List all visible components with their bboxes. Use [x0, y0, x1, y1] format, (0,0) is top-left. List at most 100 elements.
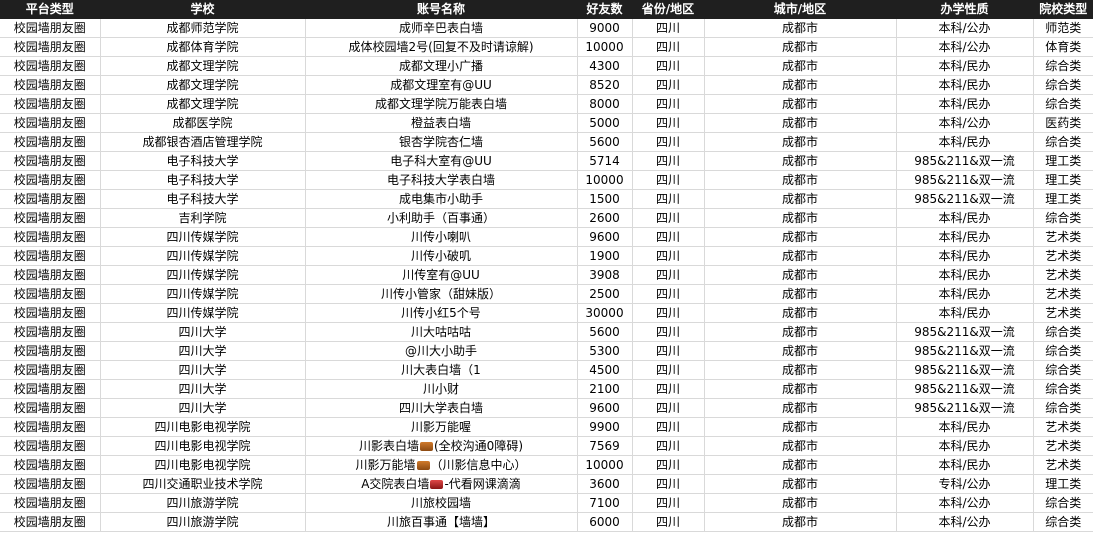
friends-cell[interactable]: 8000	[577, 94, 633, 114]
platform-cell[interactable]: 校园墙朋友圈	[0, 474, 101, 494]
city-cell[interactable]: 成都市	[704, 455, 897, 475]
school-cell[interactable]: 电子科技大学	[100, 170, 306, 190]
friends-cell[interactable]: 5714	[577, 151, 633, 171]
school-cell[interactable]: 成都文理学院	[100, 94, 306, 114]
platform-cell[interactable]: 校园墙朋友圈	[0, 417, 101, 437]
nature-cell[interactable]: 本科/民办	[896, 75, 1034, 95]
account-cell[interactable]: 川大表白墙（1	[305, 360, 578, 380]
type-cell[interactable]: 艺术类	[1033, 265, 1093, 285]
friends-cell[interactable]: 4300	[577, 56, 633, 76]
nature-cell[interactable]: 本科/公办	[896, 512, 1034, 532]
province-cell[interactable]: 四川	[632, 398, 705, 418]
friends-cell[interactable]: 2500	[577, 284, 633, 304]
city-cell[interactable]: 成都市	[704, 303, 897, 323]
platform-cell[interactable]: 校园墙朋友圈	[0, 284, 101, 304]
nature-cell[interactable]: 本科/公办	[896, 493, 1034, 513]
city-cell[interactable]: 成都市	[704, 151, 897, 171]
city-cell[interactable]: 成都市	[704, 227, 897, 247]
city-cell[interactable]: 成都市	[704, 284, 897, 304]
account-cell[interactable]: 橙益表白墙	[305, 113, 578, 133]
type-cell[interactable]: 综合类	[1033, 322, 1093, 342]
province-cell[interactable]: 四川	[632, 322, 705, 342]
school-cell[interactable]: 成都银杏酒店管理学院	[100, 132, 306, 152]
nature-cell[interactable]: 本科/民办	[896, 56, 1034, 76]
city-cell[interactable]: 成都市	[704, 322, 897, 342]
header-province[interactable]: 省份/地区	[632, 0, 705, 19]
friends-cell[interactable]: 6000	[577, 512, 633, 532]
type-cell[interactable]: 理工类	[1033, 189, 1093, 209]
platform-cell[interactable]: 校园墙朋友圈	[0, 113, 101, 133]
province-cell[interactable]: 四川	[632, 75, 705, 95]
friends-cell[interactable]: 9000	[577, 18, 633, 38]
account-cell[interactable]: 川传小管家（甜妹版）	[305, 284, 578, 304]
account-cell[interactable]: 成电集市小助手	[305, 189, 578, 209]
nature-cell[interactable]: 985&211&双一流	[896, 341, 1034, 361]
school-cell[interactable]: 四川旅游学院	[100, 512, 306, 532]
header-friends[interactable]: 好友数	[577, 0, 633, 19]
city-cell[interactable]: 成都市	[704, 379, 897, 399]
school-cell[interactable]: 四川传媒学院	[100, 284, 306, 304]
type-cell[interactable]: 理工类	[1033, 151, 1093, 171]
school-cell[interactable]: 四川交通职业技术学院	[100, 474, 306, 494]
platform-cell[interactable]: 校园墙朋友圈	[0, 322, 101, 342]
platform-cell[interactable]: 校园墙朋友圈	[0, 94, 101, 114]
type-cell[interactable]: 综合类	[1033, 379, 1093, 399]
friends-cell[interactable]: 7100	[577, 493, 633, 513]
nature-cell[interactable]: 本科/民办	[896, 246, 1034, 266]
nature-cell[interactable]: 本科/民办	[896, 132, 1034, 152]
type-cell[interactable]: 综合类	[1033, 75, 1093, 95]
platform-cell[interactable]: 校园墙朋友圈	[0, 512, 101, 532]
school-cell[interactable]: 成都师范学院	[100, 18, 306, 38]
type-cell[interactable]: 艺术类	[1033, 284, 1093, 304]
school-cell[interactable]: 四川电影电视学院	[100, 417, 306, 437]
type-cell[interactable]: 综合类	[1033, 94, 1093, 114]
province-cell[interactable]: 四川	[632, 189, 705, 209]
school-cell[interactable]: 四川大学	[100, 341, 306, 361]
school-cell[interactable]: 四川旅游学院	[100, 493, 306, 513]
type-cell[interactable]: 综合类	[1033, 132, 1093, 152]
type-cell[interactable]: 艺术类	[1033, 455, 1093, 475]
city-cell[interactable]: 成都市	[704, 113, 897, 133]
header-city[interactable]: 城市/地区	[704, 0, 897, 19]
nature-cell[interactable]: 985&211&双一流	[896, 151, 1034, 171]
province-cell[interactable]: 四川	[632, 493, 705, 513]
platform-cell[interactable]: 校园墙朋友圈	[0, 170, 101, 190]
header-nature[interactable]: 办学性质	[896, 0, 1034, 19]
nature-cell[interactable]: 985&211&双一流	[896, 189, 1034, 209]
header-platform[interactable]: 平台类型	[0, 0, 101, 19]
province-cell[interactable]: 四川	[632, 94, 705, 114]
school-cell[interactable]: 四川传媒学院	[100, 265, 306, 285]
nature-cell[interactable]: 985&211&双一流	[896, 379, 1034, 399]
friends-cell[interactable]: 9600	[577, 398, 633, 418]
platform-cell[interactable]: 校园墙朋友圈	[0, 341, 101, 361]
nature-cell[interactable]: 专科/公办	[896, 474, 1034, 494]
account-cell[interactable]: @川大小助手	[305, 341, 578, 361]
city-cell[interactable]: 成都市	[704, 94, 897, 114]
province-cell[interactable]: 四川	[632, 455, 705, 475]
nature-cell[interactable]: 985&211&双一流	[896, 170, 1034, 190]
nature-cell[interactable]: 985&211&双一流	[896, 322, 1034, 342]
platform-cell[interactable]: 校园墙朋友圈	[0, 75, 101, 95]
school-cell[interactable]: 四川传媒学院	[100, 246, 306, 266]
type-cell[interactable]: 师范类	[1033, 18, 1093, 38]
account-cell[interactable]: 川传小破叽	[305, 246, 578, 266]
city-cell[interactable]: 成都市	[704, 417, 897, 437]
type-cell[interactable]: 综合类	[1033, 341, 1093, 361]
friends-cell[interactable]: 1900	[577, 246, 633, 266]
city-cell[interactable]: 成都市	[704, 56, 897, 76]
province-cell[interactable]: 四川	[632, 18, 705, 38]
friends-cell[interactable]: 2100	[577, 379, 633, 399]
friends-cell[interactable]: 2600	[577, 208, 633, 228]
province-cell[interactable]: 四川	[632, 436, 705, 456]
header-school[interactable]: 学校	[100, 0, 306, 19]
city-cell[interactable]: 成都市	[704, 512, 897, 532]
type-cell[interactable]: 综合类	[1033, 360, 1093, 380]
friends-cell[interactable]: 3908	[577, 265, 633, 285]
account-cell[interactable]: 成体校园墙2号(回复不及时请谅解)	[305, 37, 578, 57]
school-cell[interactable]: 成都文理学院	[100, 75, 306, 95]
friends-cell[interactable]: 9600	[577, 227, 633, 247]
account-cell[interactable]: A交院表白墙 -代看网课滴滴	[305, 474, 578, 494]
type-cell[interactable]: 理工类	[1033, 474, 1093, 494]
school-cell[interactable]: 吉利学院	[100, 208, 306, 228]
school-cell[interactable]: 成都体育学院	[100, 37, 306, 57]
